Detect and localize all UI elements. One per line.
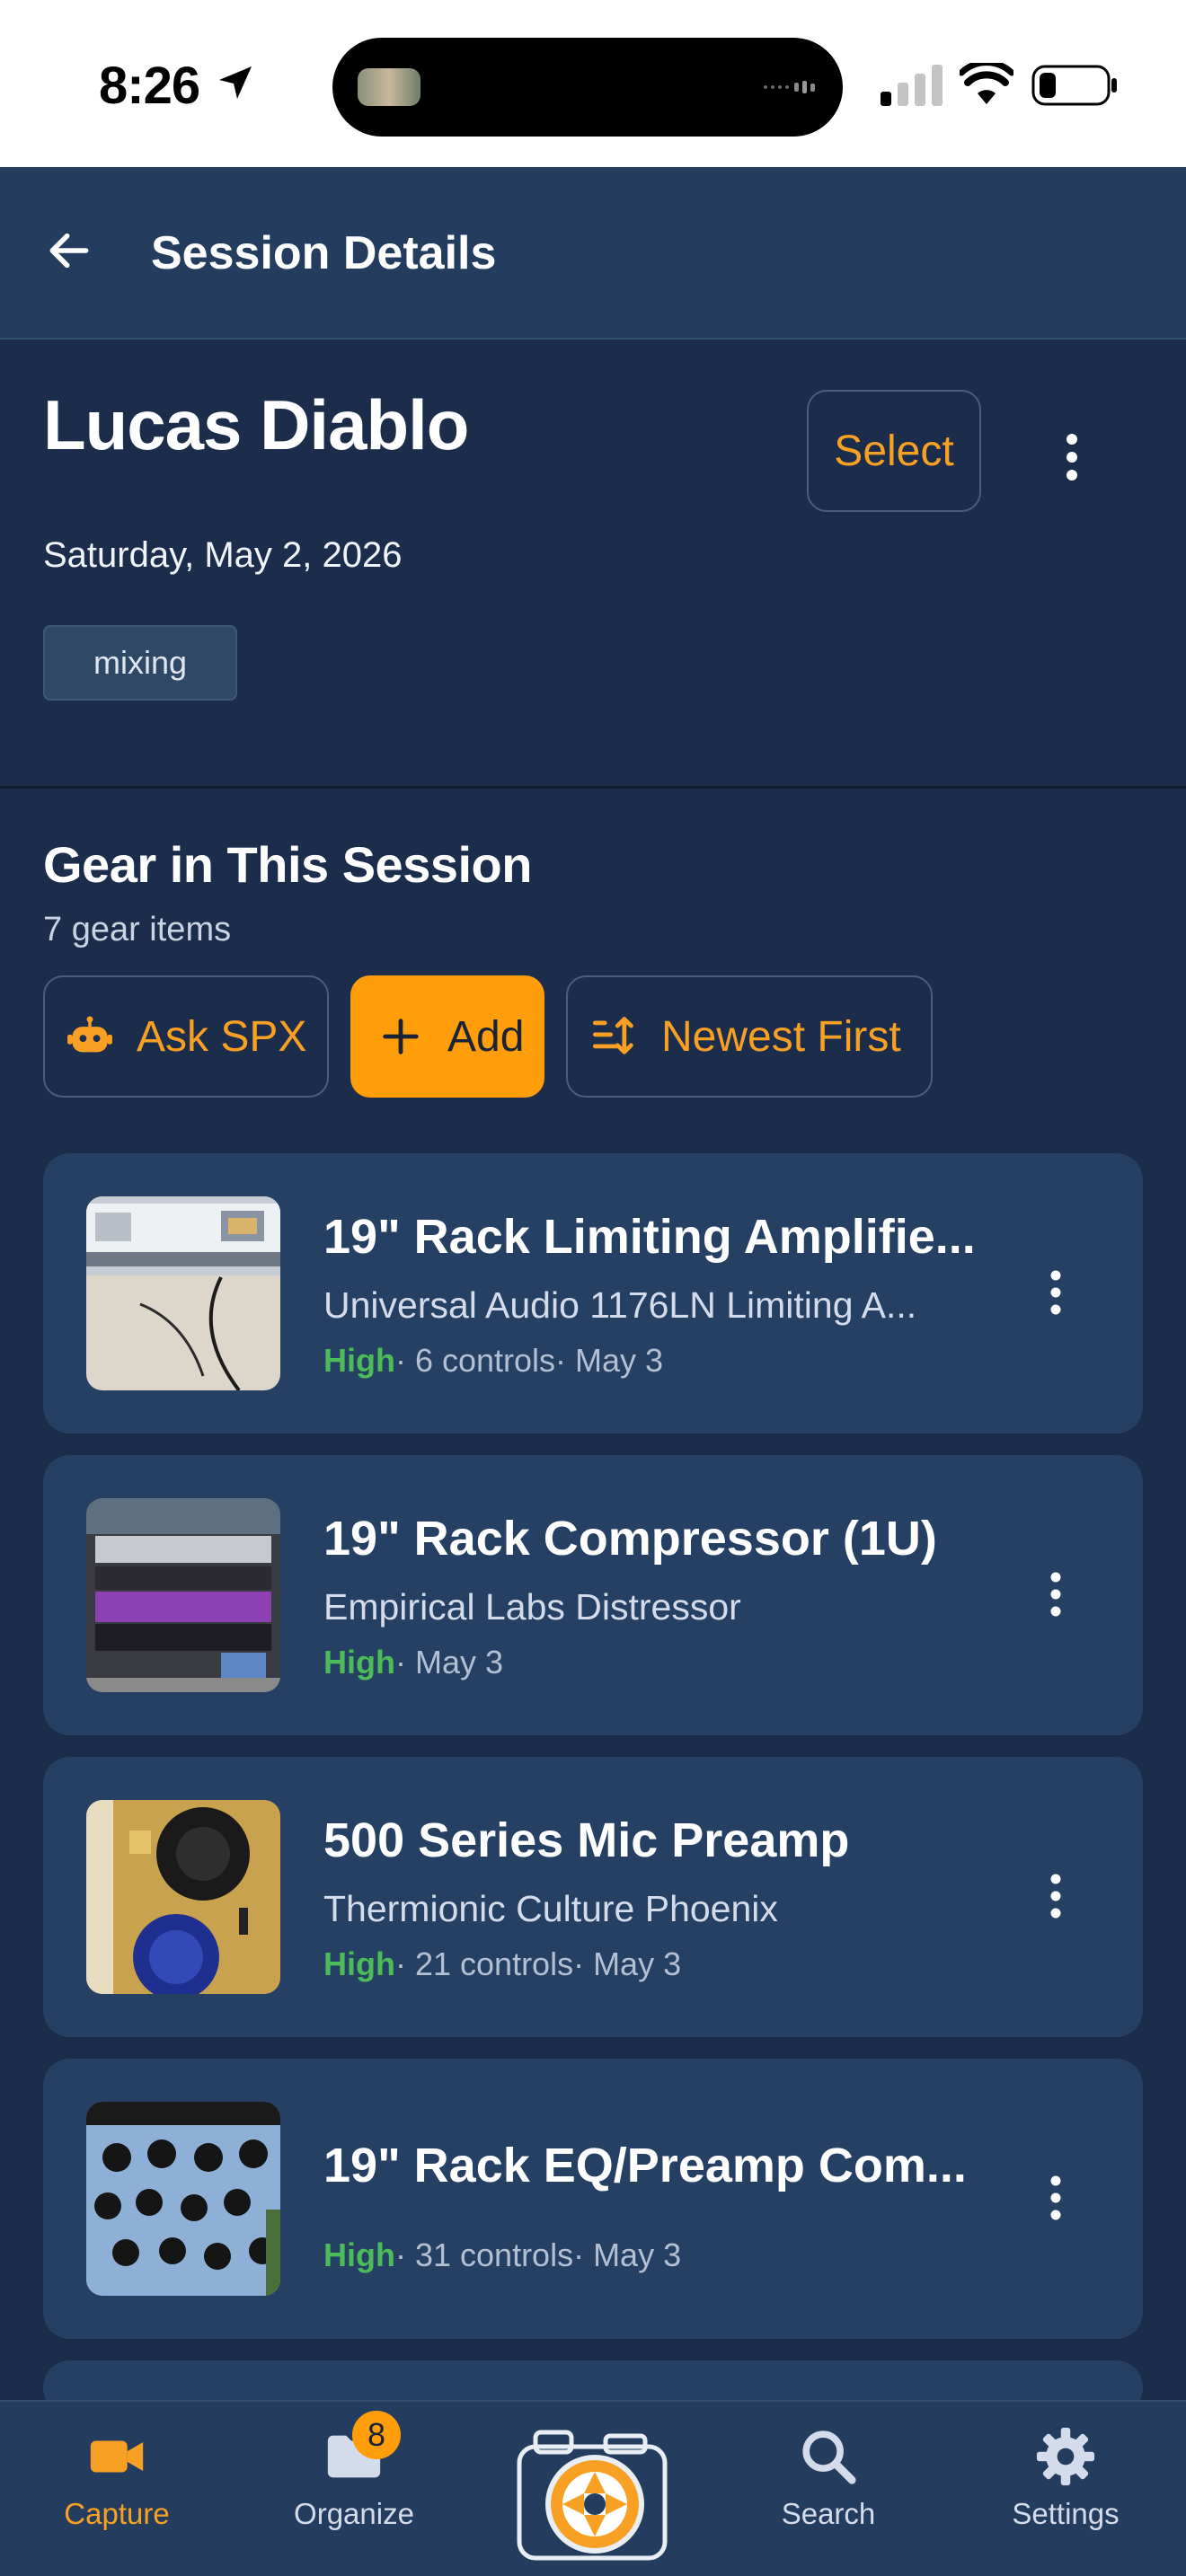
gear-title: 19" Rack Compressor (1U)	[323, 1512, 937, 1566]
more-vertical-icon	[1050, 1270, 1061, 1315]
select-button[interactable]: Select	[807, 390, 981, 512]
confidence-label: High	[323, 1945, 395, 1982]
camera-aperture-icon[interactable]	[516, 2422, 668, 2562]
sort-label: Newest First	[661, 1012, 901, 1061]
island-video-thumbnail	[358, 68, 420, 106]
ask-spx-label: Ask SPX	[137, 1012, 307, 1061]
more-vertical-icon	[1050, 2175, 1061, 2220]
gear-more-button[interactable]	[1026, 2168, 1085, 2228]
gear-meta-text: · May 3	[394, 1644, 504, 1681]
gear-card[interactable]: 19" Rack Limiting Amplifie... Universal …	[43, 1153, 1143, 1434]
gear-more-button[interactable]	[1026, 1263, 1085, 1322]
gear-thumbnail	[86, 1498, 280, 1692]
plus-icon	[383, 1019, 419, 1054]
confidence-label: High	[323, 2236, 395, 2273]
gear-title: 500 Series Mic Preamp	[323, 1813, 850, 1867]
signal-icon	[881, 65, 943, 106]
gear-title: 19" Rack Limiting Amplifie...	[323, 1210, 976, 1264]
back-button[interactable]	[40, 221, 99, 280]
nav-search[interactable]: Search	[739, 2425, 918, 2560]
gear-icon	[1036, 2427, 1095, 2486]
gear-meta-text: · 6 controls· May 3	[394, 1342, 664, 1379]
more-vertical-icon	[1050, 1874, 1061, 1919]
gear-thumbnail	[86, 1196, 280, 1390]
gear-meta-text: · 31 controls· May 3	[394, 2236, 682, 2273]
session-name: Lucas Diablo	[43, 385, 469, 464]
nav-capture-label: Capture	[64, 2497, 170, 2530]
status-time: 8:26	[99, 57, 200, 115]
ask-spx-button[interactable]: Ask SPX	[43, 975, 329, 1098]
robot-icon	[67, 1016, 112, 1053]
gear-count: 7 gear items	[43, 911, 232, 948]
more-vertical-icon	[1067, 434, 1077, 481]
sort-icon	[592, 1017, 633, 1054]
more-vertical-icon	[1050, 1572, 1061, 1617]
confidence-label: High	[323, 1342, 395, 1379]
nav-settings[interactable]: Settings	[976, 2425, 1155, 2560]
video-camera-icon	[90, 2440, 144, 2473]
gear-thumbnail	[86, 2102, 280, 2296]
sort-button[interactable]: Newest First	[566, 975, 933, 1098]
add-gear-button[interactable]: Add	[350, 975, 544, 1098]
organize-badge: 8	[352, 2411, 401, 2459]
nav-search-label: Search	[781, 2497, 876, 2530]
nav-capture[interactable]: Capture	[27, 2425, 207, 2560]
gear-more-button[interactable]	[1026, 1866, 1085, 1926]
wifi-icon	[960, 63, 1013, 104]
status-bar: 8:26	[0, 0, 1186, 167]
location-arrow-icon	[219, 66, 252, 99]
session-tag[interactable]: mixing	[43, 625, 237, 701]
gear-subtitle: Thermionic Culture Phoenix	[323, 1888, 778, 1929]
bottom-nav: Capture Organize 8 Search Settings	[0, 2400, 1186, 2576]
gear-card[interactable]: 500 Series Mic Preamp Thermionic Culture…	[43, 1757, 1143, 2037]
session-more-button[interactable]	[1042, 428, 1102, 487]
app-header: Session Details	[0, 167, 1186, 340]
gear-section-title: Gear in This Session	[43, 836, 532, 893]
confidence-label: High	[323, 1644, 395, 1681]
gear-card[interactable]: 19" Rack EQ/Preamp Com... High· 31 contr…	[43, 2059, 1143, 2339]
gear-more-button[interactable]	[1026, 1565, 1085, 1624]
add-gear-label: Add	[447, 1012, 525, 1061]
session-date: Saturday, May 2, 2026	[43, 535, 403, 575]
search-icon	[802, 2430, 856, 2484]
island-activity-icon	[764, 81, 815, 93]
session-info: Lucas Diablo Select Saturday, May 2, 202…	[0, 340, 1186, 789]
gear-subtitle: Universal Audio 1176LN Limiting A...	[323, 1284, 917, 1326]
gear-subtitle: Empirical Labs Distressor	[323, 1586, 741, 1628]
page-title: Session Details	[151, 227, 497, 279]
gear-meta: High· 6 controls· May 3	[323, 1342, 663, 1380]
gear-card[interactable]: 19" Rack Compressor (1U) Empirical Labs …	[43, 1455, 1143, 1735]
gear-meta: High· 21 controls· May 3	[323, 1945, 681, 1983]
gear-meta: High· 31 controls· May 3	[323, 2236, 681, 2274]
dynamic-island	[332, 38, 843, 137]
gear-meta: High· May 3	[323, 1644, 503, 1681]
nav-settings-label: Settings	[1012, 2497, 1120, 2530]
battery-icon	[1031, 65, 1117, 106]
gear-title: 19" Rack EQ/Preamp Com...	[323, 2139, 967, 2192]
gear-meta-text: · 21 controls· May 3	[394, 1945, 682, 1982]
nav-organize-label: Organize	[294, 2497, 414, 2530]
gear-thumbnail	[86, 1800, 280, 1994]
back-arrow-icon	[49, 233, 89, 269]
